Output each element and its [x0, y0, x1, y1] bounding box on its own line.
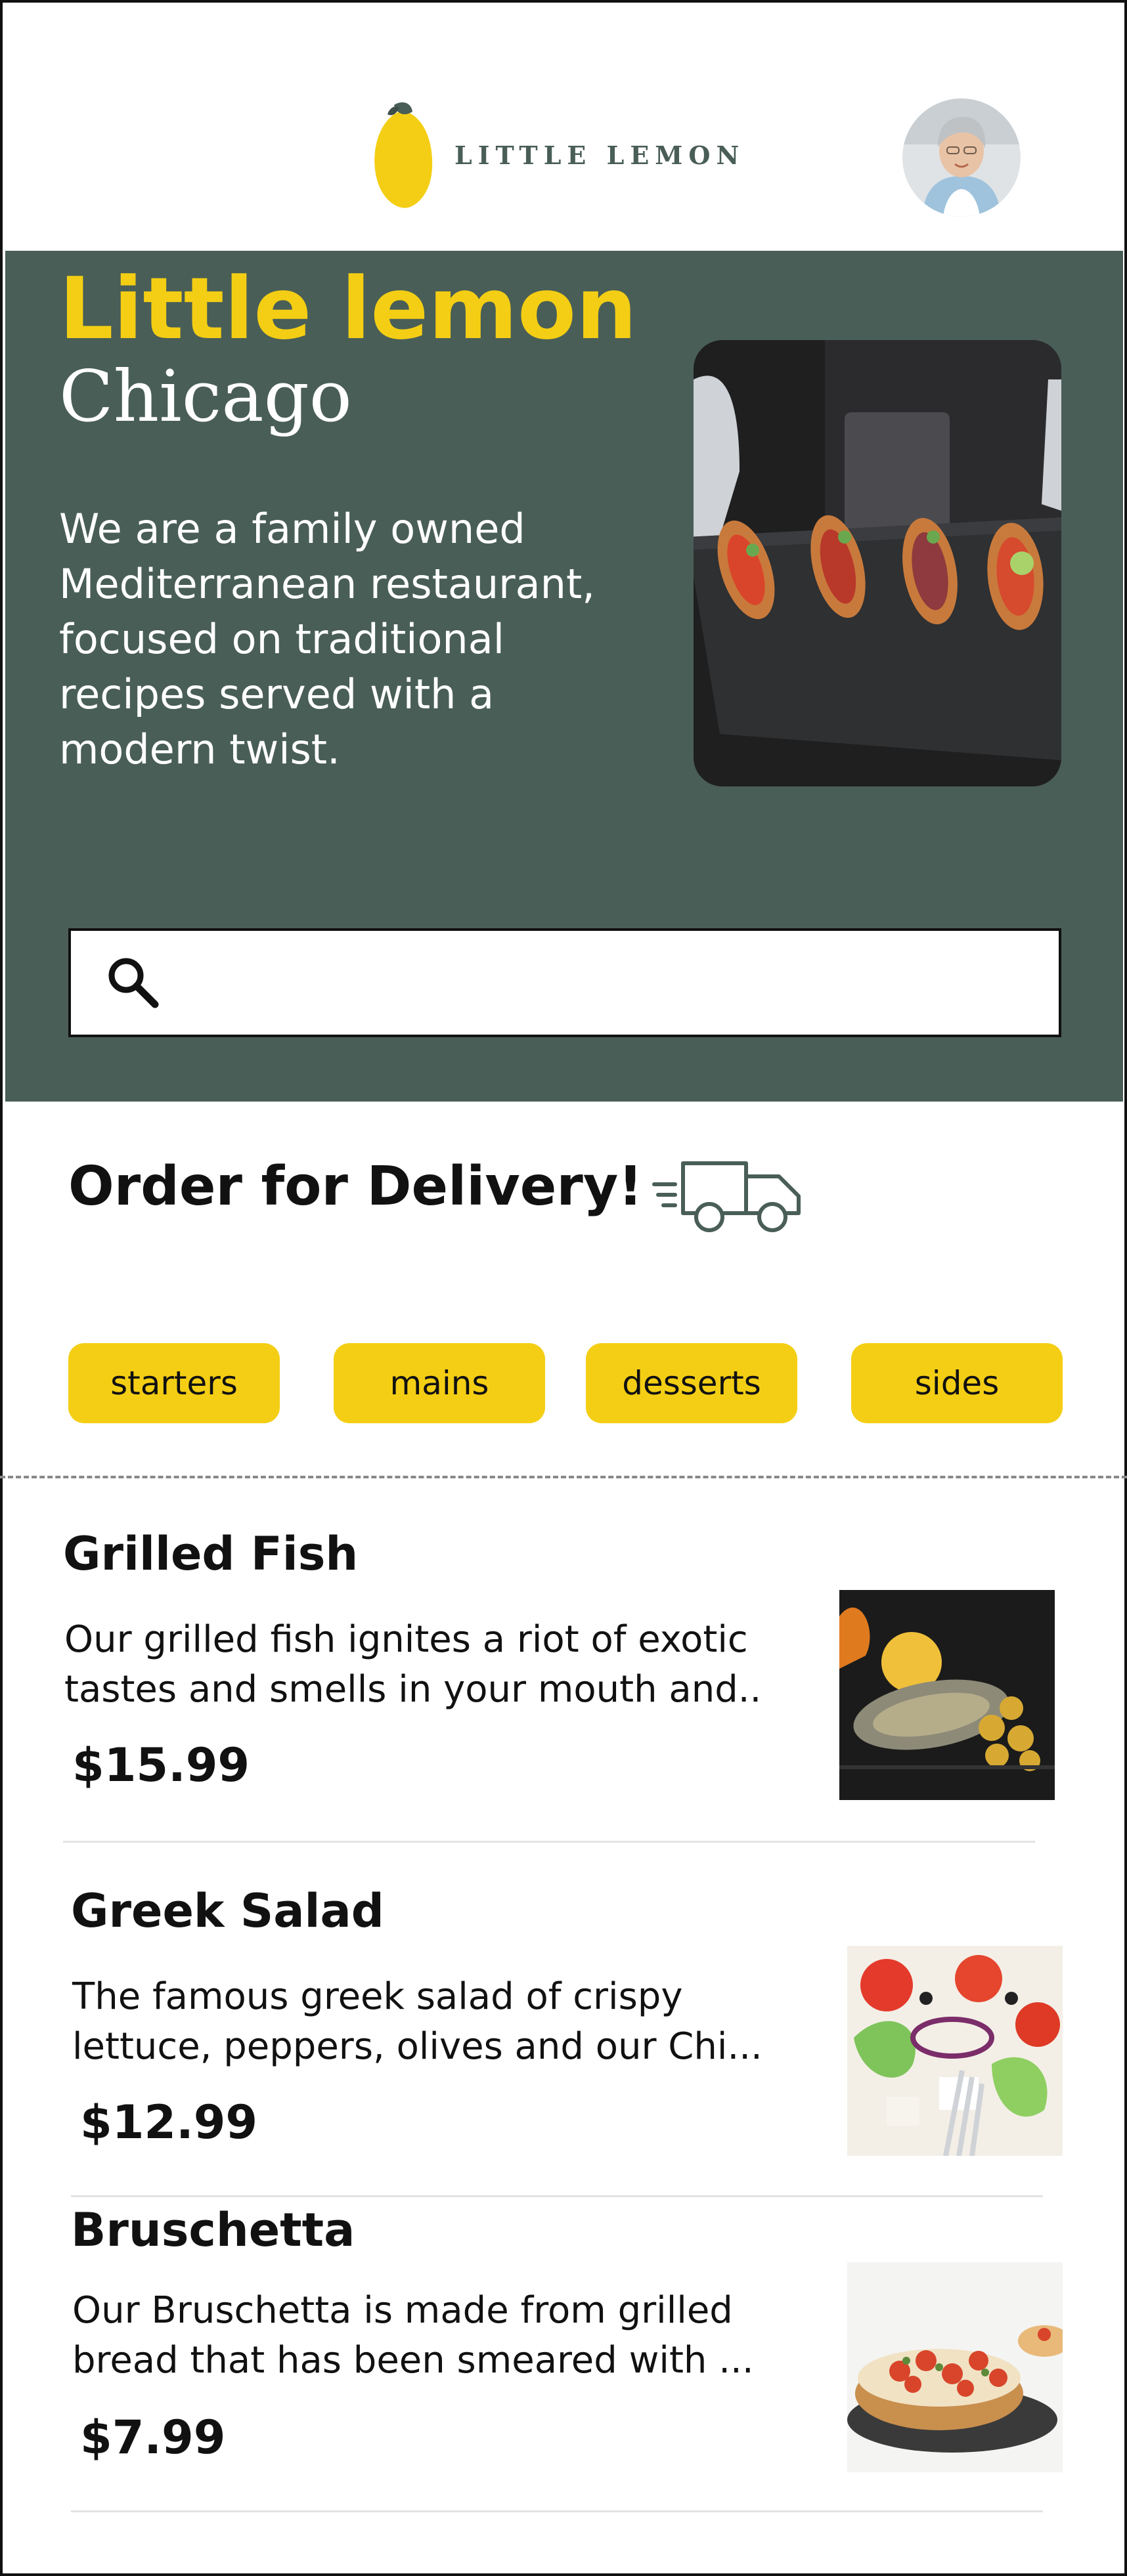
menu-item-description: Our Bruschetta is made from grilled brea…: [72, 2289, 754, 2382]
menu-item-price: $12.99: [80, 2095, 258, 2149]
menu-item-price: $15.99: [72, 1738, 250, 1792]
menu-item-description: The famous greek salad of crispy lettuce…: [72, 1975, 762, 2068]
greek-salad-photo: [847, 1946, 1063, 2156]
menu-item[interactable]: Grilled Fish Our grilled fish ignites a …: [63, 1527, 1127, 1868]
hero-title: Little lemon: [59, 259, 637, 358]
menu-item-name: Grilled Fish: [63, 1527, 359, 1581]
hero-section: Little lemon Chicago We are a family own…: [5, 251, 1123, 1102]
lemon-icon: [374, 102, 433, 208]
user-photo: [902, 98, 1021, 217]
item-divider: [71, 2510, 1043, 2512]
menu-item-image: [847, 2262, 1063, 2472]
bruschetta-photo: [847, 2262, 1063, 2472]
brand-name: LITTLE LEMON: [454, 140, 745, 170]
hero-description: We are a family owned Mediterranean rest…: [59, 505, 595, 773]
menu-item-image: [847, 1946, 1063, 2156]
search-input[interactable]: [183, 944, 1039, 1024]
search-icon: [108, 958, 159, 1008]
menu-item[interactable]: Bruschetta Our Bruschetta is made from g…: [71, 2200, 1127, 2542]
category-starters-button[interactable]: starters: [68, 1343, 280, 1423]
hero-subtitle: Chicago: [59, 356, 352, 438]
hero-food-photo: [694, 340, 1061, 786]
hero-image: [694, 340, 1061, 786]
item-divider: [63, 1841, 1035, 1843]
menu-item[interactable]: Greek Salad The famous greek salad of cr…: [71, 1884, 1127, 2225]
item-divider: [71, 2195, 1043, 2197]
category-desserts-button[interactable]: desserts: [586, 1343, 797, 1423]
category-filters: starters mains desserts sides: [0, 1343, 1127, 1425]
grilled-fish-photo: [839, 1590, 1055, 1800]
menu-item-name: Greek Salad: [71, 1884, 384, 1938]
search-bar[interactable]: [68, 928, 1061, 1037]
menu-item-image: [839, 1590, 1055, 1800]
category-sides-button[interactable]: sides: [851, 1343, 1063, 1423]
brand-logo[interactable]: LITTLE LEMON: [368, 100, 762, 210]
avatar[interactable]: [902, 98, 1021, 217]
delivery-truck-icon: [652, 1161, 801, 1232]
menu-item-description: Our grilled fish ignites a riot of exoti…: [64, 1618, 762, 1711]
menu-item-price: $7.99: [80, 2411, 226, 2464]
category-mains-button[interactable]: mains: [334, 1343, 545, 1423]
app-header: LITTLE LEMON: [3, 3, 1124, 251]
section-divider: [0, 1476, 1127, 1478]
menu-item-name: Bruschetta: [71, 2203, 355, 2257]
order-title: Order for Delivery!: [68, 1155, 643, 1218]
